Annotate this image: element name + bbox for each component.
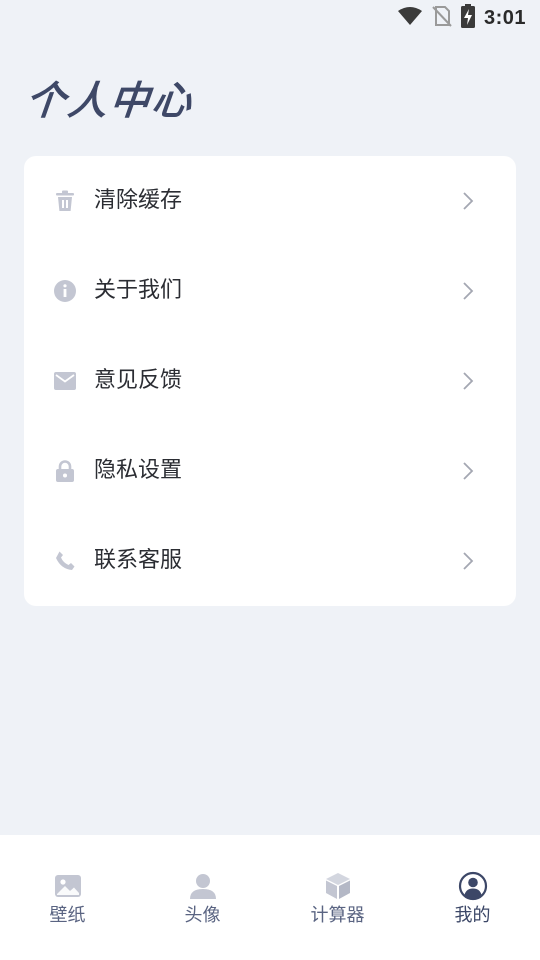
lock-icon xyxy=(53,459,77,483)
info-icon xyxy=(53,279,77,303)
menu-item-about-us[interactable]: 关于我们 xyxy=(24,246,516,336)
nav-tab-wallpaper[interactable]: 壁纸 xyxy=(0,835,135,960)
menu-item-contact-support[interactable]: 联系客服 xyxy=(24,516,516,606)
nav-tab-label: 我的 xyxy=(454,905,491,926)
wifi-icon xyxy=(397,6,423,30)
chevron-right-icon xyxy=(462,370,474,392)
menu-item-feedback[interactable]: 意见反馈 xyxy=(24,336,516,426)
menu-item-label: 关于我们 xyxy=(94,278,183,303)
person-icon xyxy=(188,871,218,901)
nav-tab-calculator[interactable]: 计算器 xyxy=(270,835,405,960)
menu-item-label: 意见反馈 xyxy=(94,368,183,393)
menu-item-label: 清除缓存 xyxy=(94,188,183,213)
page-title: 个人中心 xyxy=(23,79,197,124)
image-icon xyxy=(53,871,83,901)
cube-icon xyxy=(323,871,353,901)
chevron-right-icon xyxy=(462,190,474,212)
status-time: 3:01 xyxy=(483,6,526,29)
no-sim-icon xyxy=(432,5,452,31)
chevron-right-icon xyxy=(462,550,474,572)
nav-tab-label: 计算器 xyxy=(310,905,365,926)
chevron-right-icon xyxy=(462,460,474,482)
status-icons: 3:01 xyxy=(397,4,526,32)
bottom-nav: 壁纸 头像 计算器 我的 xyxy=(0,835,540,960)
mail-icon xyxy=(53,369,77,393)
account-circle-icon xyxy=(458,871,488,901)
trash-icon xyxy=(53,189,77,213)
settings-menu-card: 清除缓存 关于我们 意见反馈 隐私设置 联系客服 xyxy=(24,156,516,606)
chevron-right-icon xyxy=(462,280,474,302)
nav-tab-label: 头像 xyxy=(184,905,221,926)
nav-tab-mine[interactable]: 我的 xyxy=(405,835,540,960)
status-bar: 3:01 xyxy=(0,0,540,36)
battery-charging-icon xyxy=(460,4,475,32)
menu-item-privacy-settings[interactable]: 隐私设置 xyxy=(24,426,516,516)
phone-icon xyxy=(53,549,77,573)
menu-item-label: 联系客服 xyxy=(94,548,183,573)
menu-item-label: 隐私设置 xyxy=(94,458,183,483)
nav-tab-avatar[interactable]: 头像 xyxy=(135,835,270,960)
menu-item-clear-cache[interactable]: 清除缓存 xyxy=(24,156,516,246)
nav-tab-label: 壁纸 xyxy=(49,905,86,926)
